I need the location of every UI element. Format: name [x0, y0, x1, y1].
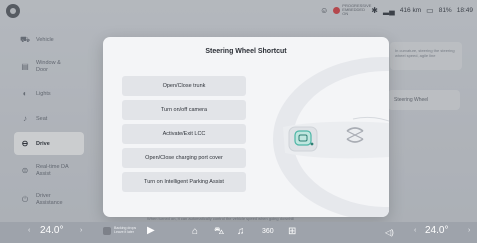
option-parking-assist[interactable]: Turn on Intelligent Parking Assist — [122, 172, 246, 192]
now-playing: Backing drops Leave it later — [114, 226, 137, 234]
shortcut-options: Open/Close trunk Turn on/off camera Acti… — [122, 76, 246, 196]
temp-left-down-icon[interactable]: ‹ — [28, 227, 30, 234]
temperature-left: 24.0° — [40, 225, 64, 236]
option-toggle-camera[interactable]: Turn on/off camera — [122, 100, 246, 120]
option-open-close-trunk[interactable]: Open/Close trunk — [122, 76, 246, 96]
play-icon[interactable]: ▶ — [147, 225, 155, 236]
volume-icon[interactable]: ◁) — [385, 228, 394, 237]
temperature-right: 24.0° — [425, 225, 449, 236]
home-icon[interactable]: ⌂ — [192, 226, 198, 237]
temp-left-up-icon[interactable]: › — [80, 227, 82, 234]
vehicle-control-icon[interactable]: ⛍ — [214, 226, 224, 239]
steering-wheel-illustration — [273, 57, 389, 217]
steering-wheel-shortcut-dialog: Steering Wheel Shortcut Open/Close trunk… — [103, 37, 389, 217]
360-camera-icon[interactable]: 360 — [262, 228, 274, 235]
temp-right-up-icon[interactable]: › — [468, 227, 470, 234]
apps-icon[interactable]: ⊞ — [288, 226, 296, 237]
temp-right-down-icon[interactable]: ‹ — [414, 227, 416, 234]
dialog-title: Steering Wheel Shortcut — [205, 48, 287, 55]
option-charging-port-cover[interactable]: Open/Close charging port cover — [122, 148, 246, 168]
option-activate-lcc[interactable]: Activate/Exit LCC — [122, 124, 246, 144]
bottom-dock: ‹ 24.0° › Backing drops Leave it later ▶ … — [0, 222, 477, 243]
album-art — [103, 227, 111, 235]
music-icon[interactable]: ♫ — [237, 226, 245, 237]
shortcut-button-highlight — [294, 130, 312, 146]
